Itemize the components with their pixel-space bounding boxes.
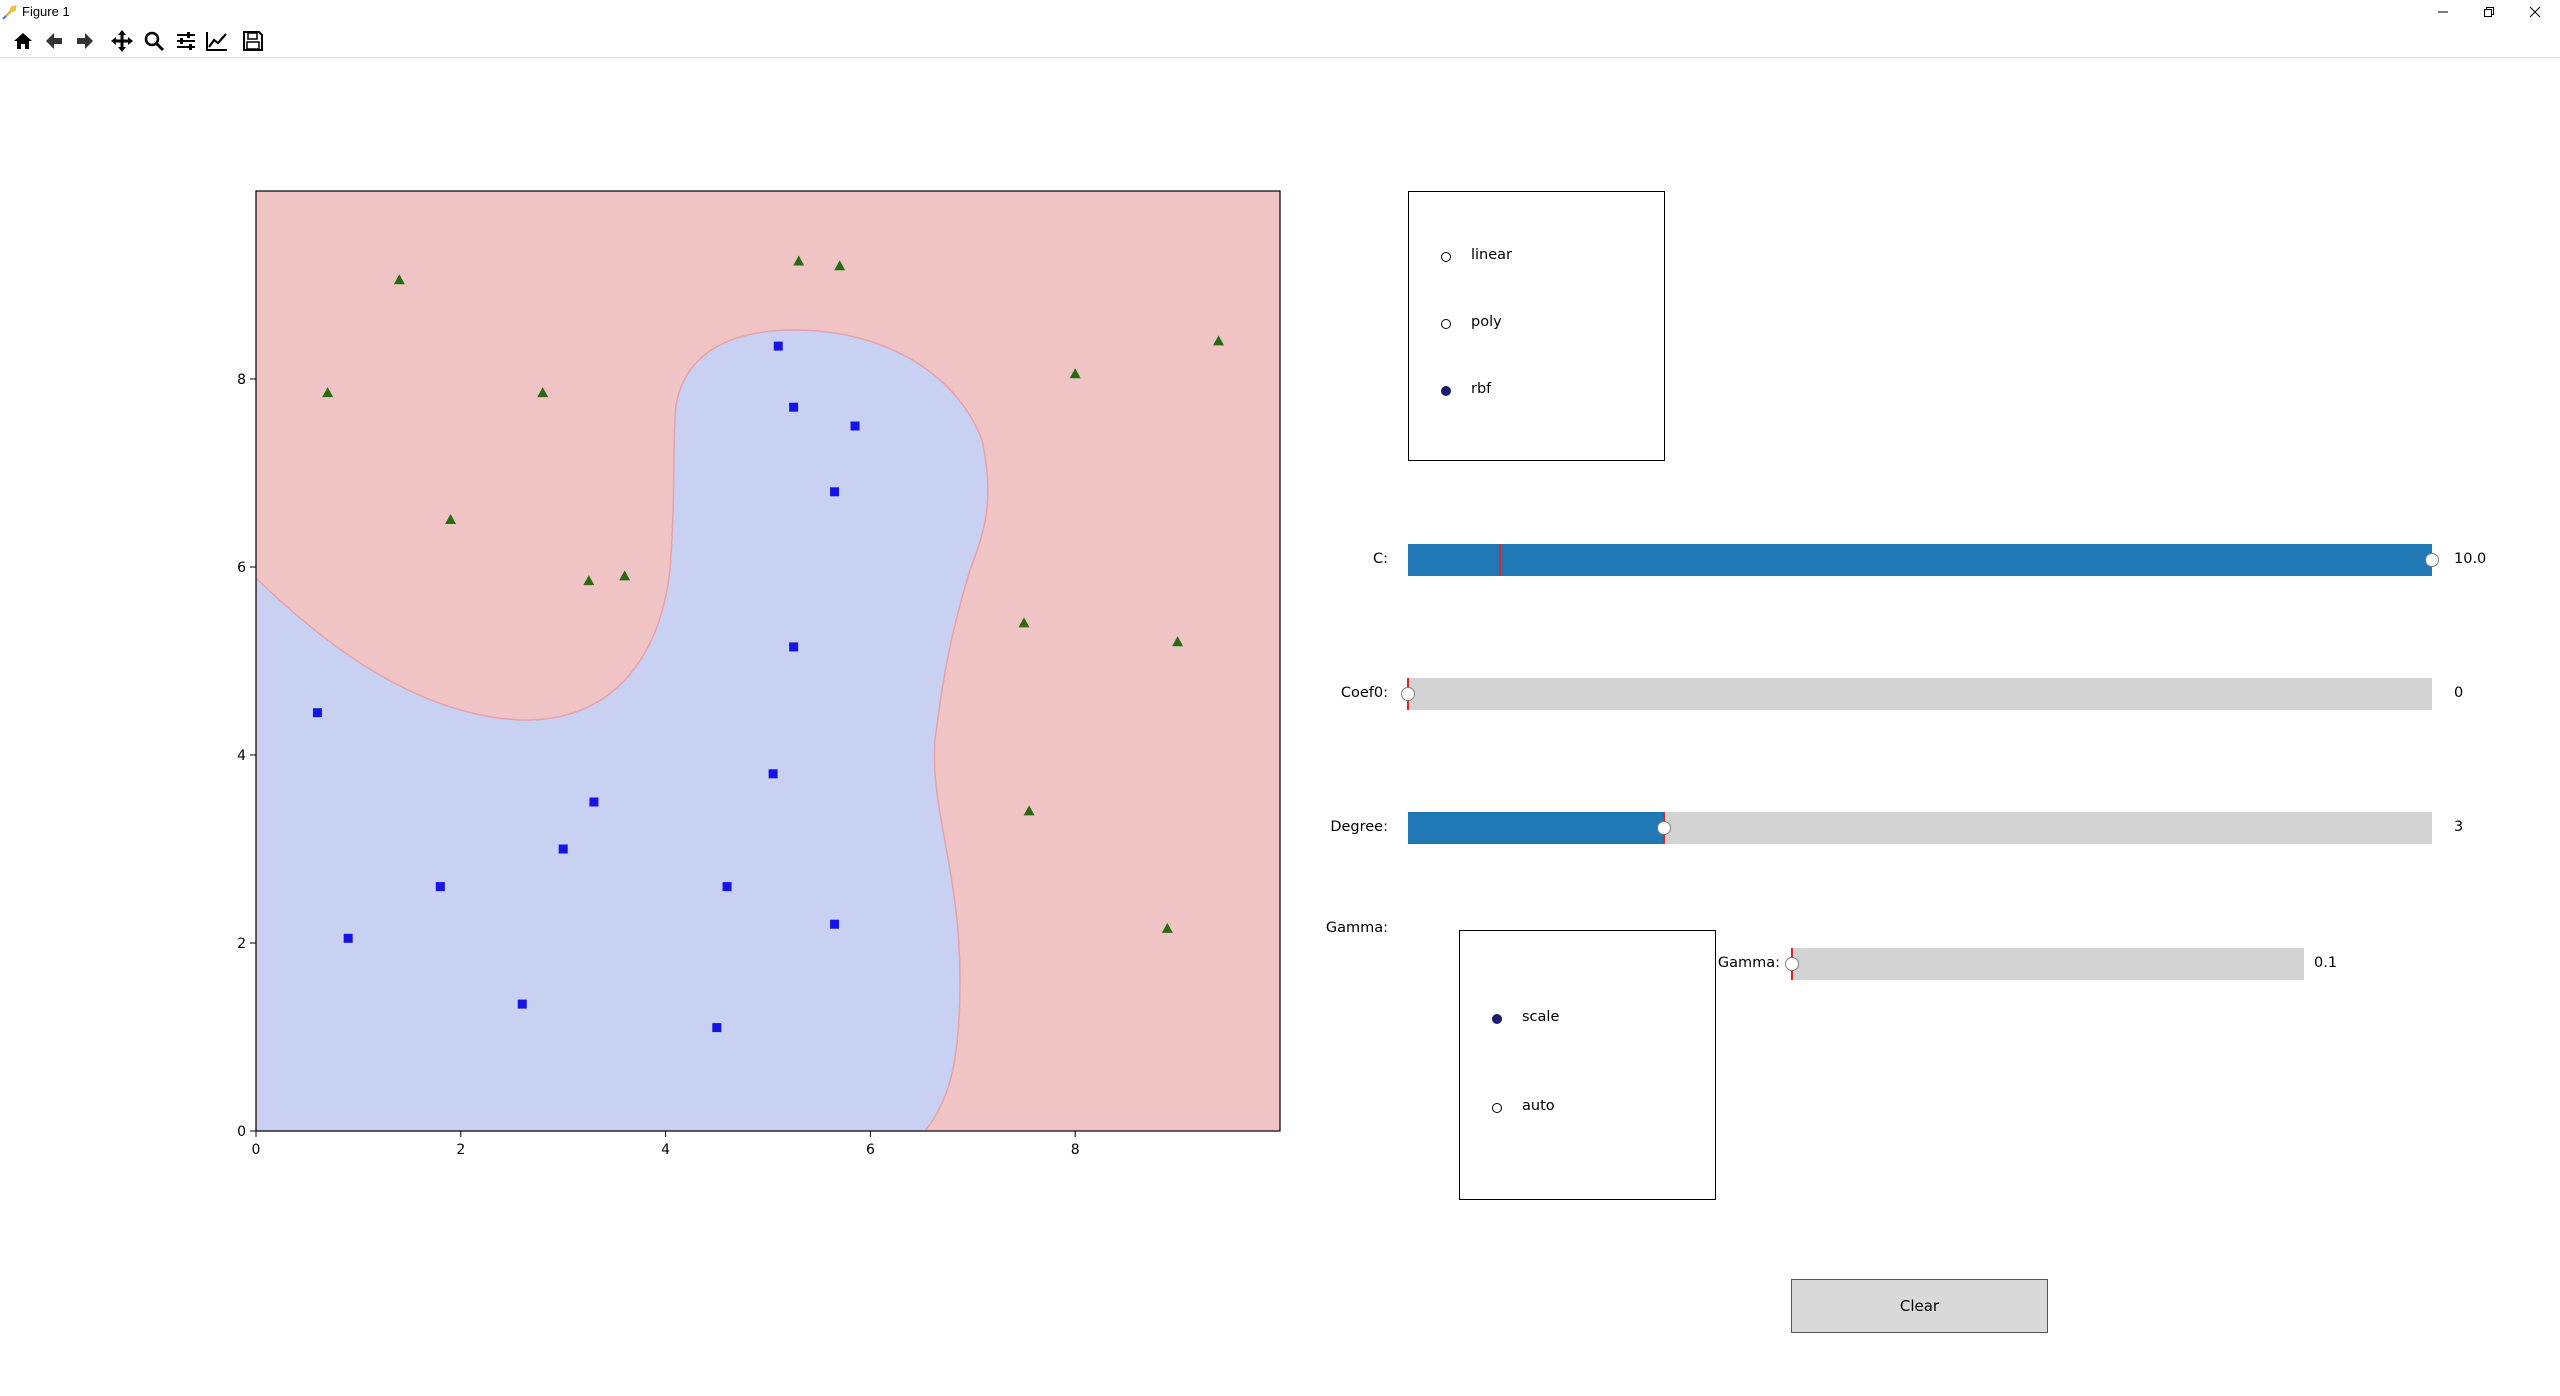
x-tick-label: 2 bbox=[456, 1142, 465, 1158]
triangle-point bbox=[1018, 617, 1030, 628]
c-slider-handle[interactable] bbox=[2425, 553, 2439, 567]
coef0-slider-handle[interactable] bbox=[1401, 687, 1415, 701]
window-title: Figure 1 bbox=[22, 4, 70, 19]
kernel-radio-option-label[interactable]: rbf bbox=[1471, 381, 1491, 397]
window-titlebar: Figure 1 bbox=[0, 0, 2560, 24]
square-point bbox=[789, 402, 799, 412]
degree-slider-label: Degree: bbox=[1330, 819, 1388, 835]
kernel-radio-option-poly-button[interactable] bbox=[1441, 319, 1451, 329]
gamma-radio-option-label[interactable]: auto bbox=[1522, 1098, 1555, 1114]
gamma-radio-option-label[interactable]: scale bbox=[1522, 1009, 1559, 1025]
square-point bbox=[589, 797, 599, 807]
square-point bbox=[768, 769, 778, 779]
x-tick-label: 0 bbox=[252, 1142, 261, 1158]
navigation-toolbar bbox=[0, 24, 2560, 58]
zoom-icon bbox=[144, 31, 165, 52]
triangle-point bbox=[793, 255, 805, 266]
degree-slider-fill bbox=[1408, 812, 1664, 844]
kernel-radio-option-linear-button[interactable] bbox=[1441, 252, 1451, 262]
home-button[interactable] bbox=[10, 28, 36, 54]
save-icon bbox=[243, 31, 263, 51]
triangle-point bbox=[1069, 368, 1081, 379]
square-point bbox=[343, 933, 353, 943]
matplotlib-app-icon bbox=[2, 5, 17, 20]
triangle-point bbox=[537, 387, 549, 398]
triangle-point bbox=[1023, 805, 1035, 816]
c-slider-init-line bbox=[1499, 544, 1502, 576]
triangle-point bbox=[1213, 335, 1225, 346]
square-point bbox=[850, 421, 860, 431]
triangle-point bbox=[619, 570, 631, 581]
region-class-b bbox=[256, 329, 989, 1131]
square-point bbox=[773, 341, 783, 351]
kernel-radio-option-rbf-button[interactable] bbox=[1441, 386, 1451, 396]
forward-icon bbox=[77, 33, 93, 49]
y-tick-label: 0 bbox=[237, 1124, 246, 1140]
close-button[interactable] bbox=[2512, 0, 2558, 24]
back-button[interactable] bbox=[41, 28, 67, 54]
square-point bbox=[558, 844, 568, 854]
edit-axis-button[interactable] bbox=[204, 28, 230, 54]
square-point bbox=[312, 708, 322, 718]
square-point bbox=[830, 487, 840, 497]
triangle-point bbox=[1172, 636, 1184, 647]
configure-subplots-button[interactable] bbox=[173, 28, 199, 54]
back-icon bbox=[46, 33, 62, 49]
square-point bbox=[712, 1023, 722, 1033]
gamma-section-label: Gamma: bbox=[1325, 920, 1388, 936]
triangle-point bbox=[834, 260, 846, 271]
triangle-point bbox=[583, 575, 595, 586]
square-point bbox=[789, 642, 799, 652]
coef0-slider-label: Coef0: bbox=[1340, 685, 1388, 701]
home-icon bbox=[14, 33, 32, 49]
y-tick-label: 8 bbox=[237, 372, 246, 388]
triangle-point bbox=[445, 514, 457, 524]
edit-axis-icon bbox=[206, 32, 227, 51]
gamma-radio-option-auto-button[interactable] bbox=[1492, 1103, 1502, 1113]
x-tick-label: 6 bbox=[866, 1142, 875, 1158]
triangle-point bbox=[393, 274, 405, 285]
restore-button[interactable] bbox=[2466, 0, 2512, 24]
gamma-slider-value: 0.1 bbox=[2314, 955, 2338, 971]
c-slider-label: C: bbox=[1372, 551, 1388, 567]
zoom-button[interactable] bbox=[141, 28, 167, 54]
square-point bbox=[830, 919, 840, 929]
gamma-radio-option-scale-button[interactable] bbox=[1492, 1014, 1502, 1024]
save-button[interactable] bbox=[240, 28, 266, 54]
square-point bbox=[722, 882, 732, 892]
axes-frame bbox=[255, 190, 1281, 1132]
pan-button[interactable] bbox=[109, 28, 135, 54]
y-tick-label: 2 bbox=[237, 936, 246, 952]
triangle-point bbox=[322, 387, 334, 398]
y-tick-label: 4 bbox=[237, 748, 246, 764]
square-point bbox=[435, 882, 445, 892]
close-icon bbox=[2529, 6, 2541, 18]
gamma-slider-handle[interactable] bbox=[1785, 957, 1799, 971]
square-point bbox=[517, 999, 527, 1009]
gamma-slider-track[interactable] bbox=[1792, 948, 2304, 980]
y-tick-label: 6 bbox=[237, 560, 246, 576]
coef0-slider-track[interactable] bbox=[1408, 678, 2432, 710]
minimize-button[interactable] bbox=[2420, 0, 2466, 24]
configure-subplots-icon bbox=[177, 32, 195, 50]
clear-button[interactable]: Clear bbox=[1791, 1279, 2048, 1333]
c-slider-value: 10.0 bbox=[2454, 551, 2487, 567]
x-tick-label: 8 bbox=[1071, 1142, 1080, 1158]
restore-icon bbox=[2484, 7, 2494, 17]
gamma-slider-label: Gamma: bbox=[1717, 955, 1780, 971]
degree-slider-handle[interactable] bbox=[1657, 821, 1671, 835]
c-slider-fill bbox=[1408, 544, 2432, 576]
pan-icon bbox=[111, 30, 133, 52]
coef0-slider-value: 0 bbox=[2454, 685, 2464, 701]
region-class-a bbox=[256, 191, 1280, 1131]
kernel-radio-option-label[interactable]: poly bbox=[1471, 314, 1502, 330]
kernel-radio-option-label[interactable]: linear bbox=[1471, 247, 1512, 263]
forward-button[interactable] bbox=[72, 28, 98, 54]
degree-slider-value: 3 bbox=[2454, 819, 2464, 835]
triangle-point bbox=[1161, 922, 1173, 933]
gamma-radio-group bbox=[1459, 930, 1716, 1200]
x-tick-label: 4 bbox=[661, 1142, 670, 1158]
minimize-icon bbox=[2438, 11, 2448, 13]
